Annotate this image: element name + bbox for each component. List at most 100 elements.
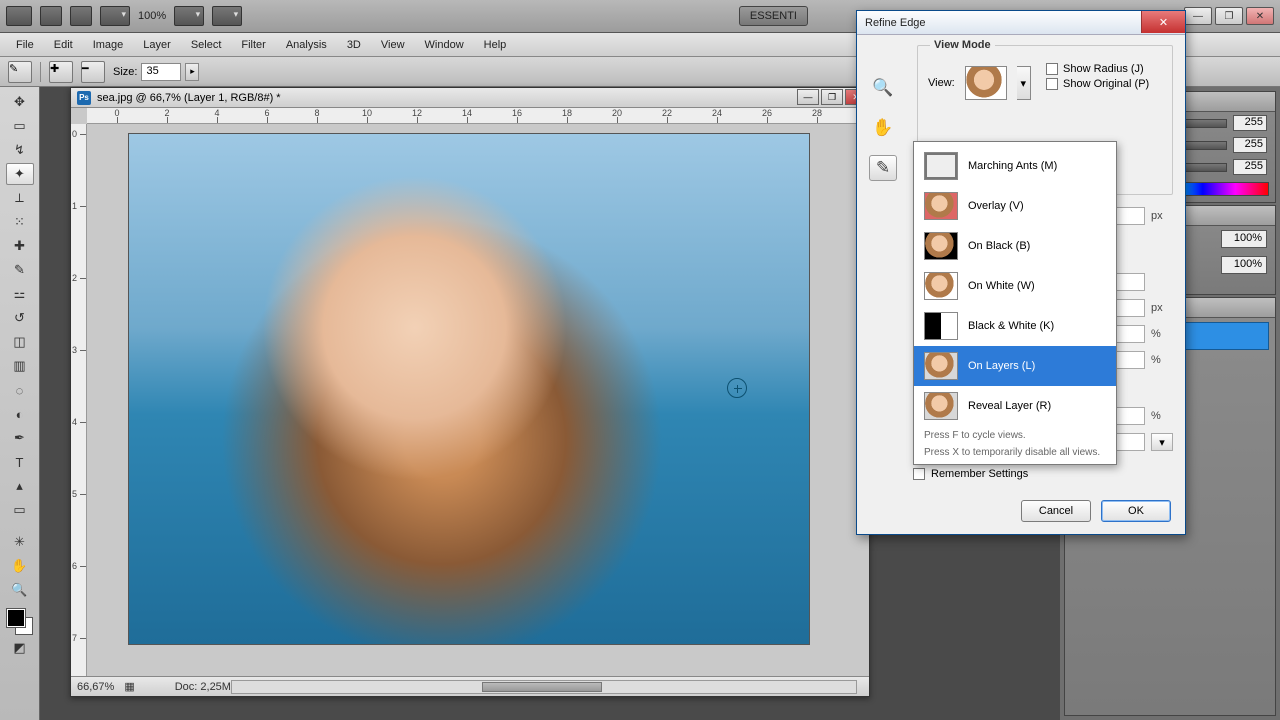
menu-image[interactable]: Image	[83, 36, 134, 54]
view-option-1[interactable]: Overlay (V)	[914, 186, 1116, 226]
view-option-5[interactable]: On Layers (L)	[914, 346, 1116, 386]
view-option-4[interactable]: Black & White (K)	[914, 306, 1116, 346]
vertical-ruler[interactable]: 01234567	[71, 124, 87, 676]
unit-pct3: %	[1151, 410, 1173, 422]
menu-3d[interactable]: 3D	[337, 36, 371, 54]
type-tool-icon[interactable]: T	[6, 451, 34, 473]
menu-help[interactable]: Help	[474, 36, 517, 54]
view-option-3[interactable]: On White (W)	[914, 266, 1116, 306]
view-mode-thumb-icon	[965, 66, 1007, 100]
bridge-button[interactable]	[40, 6, 62, 26]
hand-tool-icon[interactable]: ✋	[869, 115, 897, 141]
horizontal-ruler[interactable]: 0246810121416182022242628	[87, 108, 869, 124]
refine-radius-tool-icon[interactable]: ✎	[869, 155, 897, 181]
remember-settings-label: Remember Settings	[931, 468, 1028, 480]
eyedropper-tool-icon[interactable]: ⁙	[6, 211, 34, 233]
horizontal-scrollbar[interactable]	[231, 680, 857, 694]
remember-settings-checkbox[interactable]	[913, 468, 925, 480]
hand-tool-icon[interactable]: ✋	[6, 555, 34, 577]
gradient-tool-icon[interactable]: ▥	[6, 355, 34, 377]
pen-tool-icon[interactable]: ✒	[6, 427, 34, 449]
extras-dropdown[interactable]	[212, 6, 242, 26]
3d-tool-icon[interactable]: ✳	[6, 531, 34, 553]
zoom-tool-icon[interactable]: 🔍	[6, 579, 34, 601]
menu-edit[interactable]: Edit	[44, 36, 83, 54]
screen-mode-dropdown[interactable]	[100, 6, 130, 26]
quickmask-toggle-icon[interactable]: ◩	[6, 637, 34, 659]
brush-size-control: Size: 35 ▸	[113, 63, 199, 81]
window-minimize-button[interactable]: —	[1184, 7, 1212, 25]
workspace-switcher[interactable]: ESSENTI	[739, 6, 808, 26]
lasso-tool-icon[interactable]: ↯	[6, 139, 34, 161]
window-close-button[interactable]: ✕	[1246, 7, 1274, 25]
doc-minimize-button[interactable]: —	[797, 89, 819, 105]
color-swatches[interactable]	[7, 609, 33, 635]
view-option-0[interactable]: Marching Ants (M)	[914, 146, 1116, 186]
refine-edge-dialog: Refine Edge ✕ 🔍 ✋ ✎ View Mode Show Radiu…	[856, 10, 1186, 535]
foreground-color-swatch[interactable]	[7, 609, 25, 627]
status-zoom[interactable]: 66,67%	[77, 681, 114, 693]
menu-layer[interactable]: Layer	[133, 36, 181, 54]
ok-button[interactable]: OK	[1101, 500, 1171, 522]
ps-glyph-button[interactable]	[6, 6, 32, 26]
menu-view[interactable]: View	[371, 36, 415, 54]
move-tool-icon[interactable]: ✥	[6, 91, 34, 113]
size-label: Size:	[113, 66, 137, 78]
minibridge-button[interactable]	[70, 6, 92, 26]
show-original-label: Show Original (P)	[1063, 78, 1149, 90]
status-nav-icon[interactable]: ▦	[124, 680, 134, 693]
view-mode-popup: Marching Ants (M)Overlay (V)On Black (B)…	[913, 141, 1117, 465]
refine-brush-add-icon[interactable]: ✚	[49, 61, 73, 83]
refine-brush-subtract-icon[interactable]: ━	[81, 61, 105, 83]
b-value[interactable]: 255	[1233, 159, 1267, 175]
dialog-close-button[interactable]: ✕	[1141, 11, 1185, 33]
doc-maximize-button[interactable]: ❐	[821, 89, 843, 105]
cancel-button[interactable]: Cancel	[1021, 500, 1091, 522]
view-option-thumb-icon	[924, 312, 958, 340]
opacity-field[interactable]: 100%	[1221, 230, 1267, 248]
crop-tool-icon[interactable]: ⟂	[6, 187, 34, 209]
dialog-titlebar[interactable]: Refine Edge ✕	[857, 11, 1185, 35]
active-tool-preset-icon[interactable]: ✎	[8, 61, 32, 83]
menu-analysis[interactable]: Analysis	[276, 36, 337, 54]
scrollbar-thumb[interactable]	[482, 682, 602, 692]
show-original-checkbox[interactable]	[1046, 78, 1058, 90]
fill-field[interactable]: 100%	[1221, 256, 1267, 274]
shape-tool-icon[interactable]: ▭	[6, 499, 34, 521]
quick-select-tool-icon[interactable]: ✦	[6, 163, 34, 185]
popup-hint-1: Press F to cycle views.	[914, 426, 1116, 443]
stamp-tool-icon[interactable]: ⚍	[6, 283, 34, 305]
menu-file[interactable]: File	[6, 36, 44, 54]
brush-tool-icon[interactable]: ✎	[6, 259, 34, 281]
view-mode-legend: View Mode	[930, 39, 995, 51]
r-value[interactable]: 255	[1233, 115, 1267, 131]
view-mode-dropdown[interactable]	[965, 66, 1007, 100]
view-option-thumb-icon	[924, 352, 958, 380]
menu-select[interactable]: Select	[181, 36, 232, 54]
show-radius-label: Show Radius (J)	[1063, 63, 1144, 75]
brush-size-input[interactable]: 35	[141, 63, 181, 81]
healing-tool-icon[interactable]: ✚	[6, 235, 34, 257]
g-value[interactable]: 255	[1233, 137, 1267, 153]
menu-filter[interactable]: Filter	[231, 36, 275, 54]
view-option-6[interactable]: Reveal Layer (R)	[914, 386, 1116, 426]
chevron-down-icon[interactable]: ▾	[1017, 66, 1031, 100]
window-restore-button[interactable]: ❐	[1215, 7, 1243, 25]
menu-window[interactable]: Window	[415, 36, 474, 54]
blur-tool-icon[interactable]: ◌	[6, 379, 34, 401]
document-statusbar: 66,67% ▦ Doc: 2,25M/5,25M ▸	[71, 676, 869, 696]
dialog-title-text: Refine Edge	[865, 17, 926, 29]
arrange-dropdown[interactable]	[174, 6, 204, 26]
marquee-tool-icon[interactable]: ▭	[6, 115, 34, 137]
eraser-tool-icon[interactable]: ◫	[6, 331, 34, 353]
brush-size-flyout[interactable]: ▸	[185, 63, 199, 81]
chevron-down-icon[interactable]: ▾	[1151, 433, 1173, 451]
view-option-2[interactable]: On Black (B)	[914, 226, 1116, 266]
history-brush-tool-icon[interactable]: ↺	[6, 307, 34, 329]
canvas-viewport[interactable]	[87, 124, 857, 676]
dodge-tool-icon[interactable]: ◐	[6, 403, 34, 425]
document-titlebar[interactable]: Ps sea.jpg @ 66,7% (Layer 1, RGB/8#) * —…	[71, 88, 869, 108]
path-select-tool-icon[interactable]: ▴	[6, 475, 34, 497]
zoom-tool-icon[interactable]: 🔍	[869, 75, 897, 101]
show-radius-checkbox[interactable]	[1046, 63, 1058, 75]
